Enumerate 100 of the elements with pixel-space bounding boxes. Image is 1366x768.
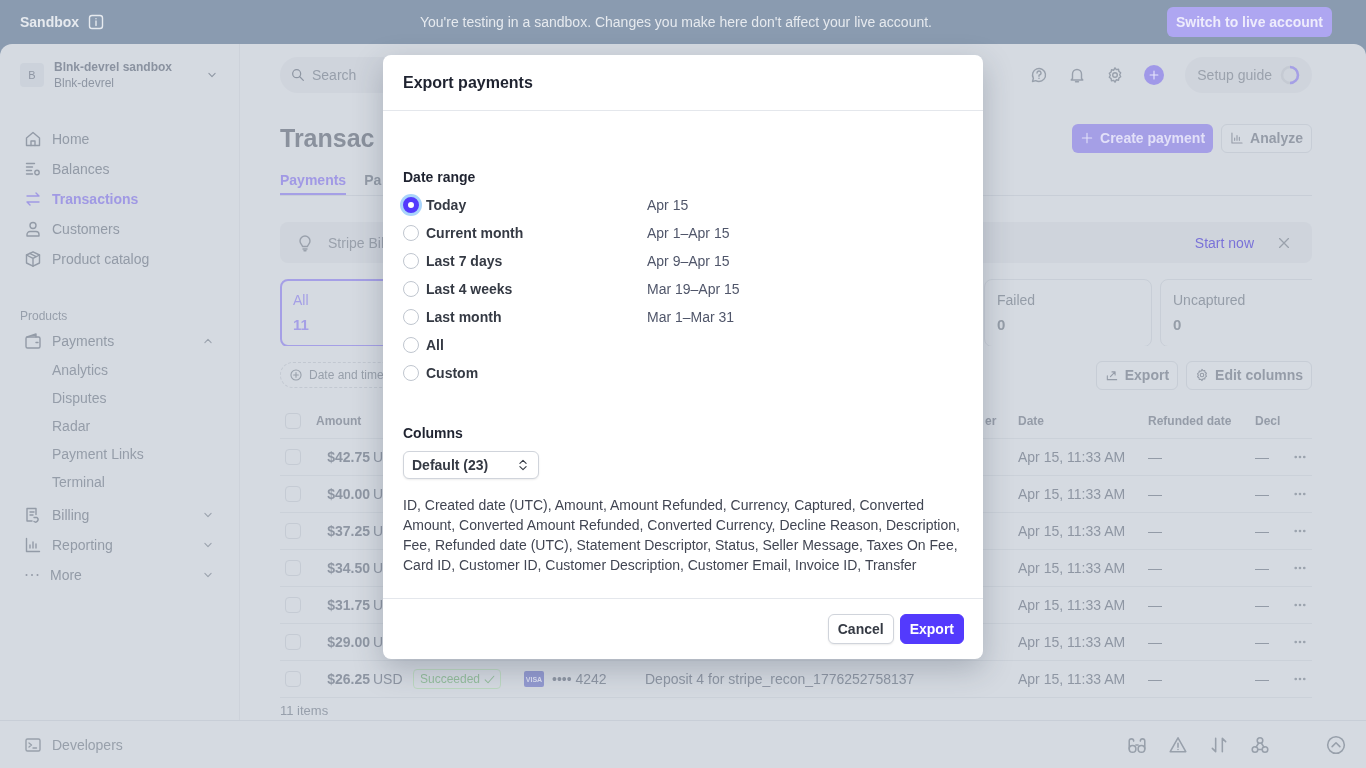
- radio-option[interactable]: Last 7 days: [403, 253, 647, 269]
- columns-label: Columns: [403, 424, 464, 443]
- table-cell-text: —: [1255, 634, 1270, 651]
- table-cell-text: —: [1255, 671, 1270, 688]
- radio-button[interactable]: [403, 365, 419, 381]
- export-button[interactable]: Export: [899, 614, 964, 644]
- amount-cell-text: $40.00: [326, 486, 370, 503]
- date-range-text: Mar 1–Mar 31: [647, 309, 736, 325]
- balance-icon: [24, 160, 42, 178]
- sidebar-subitem[interactable]: Radar: [20, 412, 219, 440]
- sidebar-item[interactable]: Customers: [20, 214, 219, 244]
- up-down-chevron-icon: [516, 458, 530, 472]
- sidebar-item[interactable]: Payments: [20, 326, 219, 356]
- sidebar-item[interactable]: Billing: [20, 500, 219, 530]
- amount-cell-text: $26.25: [326, 671, 370, 688]
- table-cell-text: —: [1255, 560, 1270, 577]
- wallet-icon: [24, 332, 42, 350]
- amount-cell-text: $31.75: [326, 597, 370, 614]
- radio-button[interactable]: [403, 281, 419, 297]
- date-cell-text: Apr 15, 11:33 AM: [1018, 560, 1127, 577]
- tab[interactable]: Pa: [364, 167, 382, 195]
- help-icon: [1030, 65, 1049, 84]
- radio-button[interactable]: [403, 225, 419, 241]
- plus-icon: [1080, 131, 1095, 146]
- sidebar-subitem[interactable]: Payment Links: [20, 440, 219, 468]
- sidebar-subitem[interactable]: Terminal: [20, 468, 219, 496]
- sidebar-item[interactable]: Balances: [20, 154, 219, 184]
- amount-cell-text: $34.50: [326, 560, 370, 577]
- sidebar-item[interactable]: Transactions: [20, 184, 219, 214]
- switch-live-button[interactable]: Switch to live account: [1166, 7, 1332, 37]
- sidebar-item[interactable]: Reporting: [20, 530, 219, 560]
- filter-card[interactable]: Failed 0: [984, 279, 1152, 347]
- invoice-icon: [24, 506, 42, 524]
- export-button[interactable]: Export: [1095, 360, 1179, 390]
- create-payment-button[interactable]: Create payment: [1072, 123, 1214, 153]
- column-header[interactable]: Date: [1018, 413, 1148, 428]
- radio-button[interactable]: [403, 253, 419, 269]
- radio-button[interactable]: [403, 197, 419, 213]
- cancel-button[interactable]: Cancel: [827, 614, 894, 644]
- edit-columns-button[interactable]: Edit columns: [1186, 360, 1312, 390]
- analyze-button[interactable]: Analyze: [1221, 123, 1312, 153]
- sidebar-item[interactable]: Product catalog: [20, 244, 219, 274]
- radio-option[interactable]: Current month: [403, 225, 647, 241]
- create-icon[interactable]: [1144, 64, 1165, 85]
- date-cell-text: Apr 15, 11:33 AM: [1018, 486, 1127, 503]
- radio-option[interactable]: Today: [403, 197, 647, 213]
- bar-chart-icon: [1230, 131, 1245, 146]
- sidebar-subitem[interactable]: Disputes: [20, 384, 219, 412]
- refunded-date-cell-text: —: [1148, 671, 1163, 688]
- date-range-text: Apr 9–Apr 15: [647, 253, 731, 269]
- amount-cell-text: $29.00: [326, 634, 370, 651]
- sidebar-item[interactable]: Home: [20, 124, 219, 154]
- sidebar-item[interactable]: More: [20, 560, 219, 590]
- page-title: Transac: [280, 123, 376, 153]
- start-now-link[interactable]: Start now: [1194, 234, 1254, 251]
- table-cell-text: —: [1255, 486, 1270, 503]
- column-header[interactable]: er: [985, 413, 1018, 428]
- description-cell-text: Deposit 4 for stripe_recon_1776252758137: [645, 671, 916, 688]
- table-cell-text: —: [1255, 449, 1270, 466]
- warning-icon: [1168, 734, 1188, 755]
- refunded-date-cell-text: —: [1148, 523, 1163, 540]
- webhook-icon: [1250, 734, 1270, 755]
- arrows-icon: [24, 190, 42, 208]
- person-icon: [24, 220, 42, 238]
- table-cell-text: —: [1255, 523, 1270, 540]
- refunded-date-cell-text: —: [1148, 449, 1163, 466]
- account-name[interactable]: Blnk-devrel sandbox: [54, 59, 195, 75]
- card-number: •••• 4242: [552, 671, 607, 688]
- home-icon: [24, 130, 42, 148]
- date-cell-text: Apr 15, 11:33 AM: [1018, 671, 1127, 688]
- refunded-date-cell-text: —: [1148, 486, 1163, 503]
- date-cell-text: Apr 15, 11:33 AM: [1018, 523, 1127, 540]
- column-header[interactable]: Decl: [1255, 413, 1287, 428]
- date-range-text: Mar 19–Apr 15: [647, 281, 741, 297]
- currency-cell-text: USD: [372, 671, 404, 688]
- refunded-date-cell-text: —: [1148, 634, 1163, 651]
- sandbox-label: Sandbox: [20, 14, 80, 30]
- columns-description: ID, Created date (UTC), Amount, Amount Refunded, Currency, Captured, Converted Amount, Converted Amount Refunded, Converted Currency, Decline Reason, Description, Fee, Refunded date (UTC), Statement Descriptor, Status, Seller Message, Taxes On Fee, Card ID, Customer ID, Customer Description, Customer Email, Invoice ID, Transfer: [403, 496, 961, 575]
- date-range-text: Apr 15: [647, 197, 690, 213]
- chevron-up-circle-icon: [1326, 734, 1346, 755]
- radio-button[interactable]: [403, 337, 419, 353]
- columns-select[interactable]: Default (23): [403, 451, 539, 479]
- tab[interactable]: Payments: [280, 167, 347, 195]
- radio-option[interactable]: Custom: [403, 365, 647, 381]
- refunded-date-cell-text: —: [1148, 597, 1163, 614]
- account-subtitle: Blnk-devrel: [54, 75, 116, 91]
- column-header[interactable]: Refunded date: [1148, 413, 1255, 428]
- filter-card[interactable]: Uncaptured 0: [1160, 279, 1312, 347]
- refunded-date-cell-text: —: [1148, 560, 1163, 577]
- settings-icon: [1195, 368, 1210, 383]
- date-cell-text: Apr 15, 11:33 AM: [1018, 449, 1127, 466]
- developers-label[interactable]: Developers: [52, 736, 1127, 753]
- info-icon: [87, 13, 106, 31]
- dialog-title: Export payments: [403, 73, 533, 92]
- date-cell-text: Apr 15, 11:33 AM: [1018, 597, 1127, 614]
- terminal-icon: [24, 735, 42, 754]
- sidebar-subitem[interactable]: Analytics: [20, 356, 219, 384]
- radio-button[interactable]: [403, 309, 419, 325]
- section-label: Products: [20, 308, 69, 325]
- date-range-text: Apr 1–Apr 15: [647, 225, 731, 241]
